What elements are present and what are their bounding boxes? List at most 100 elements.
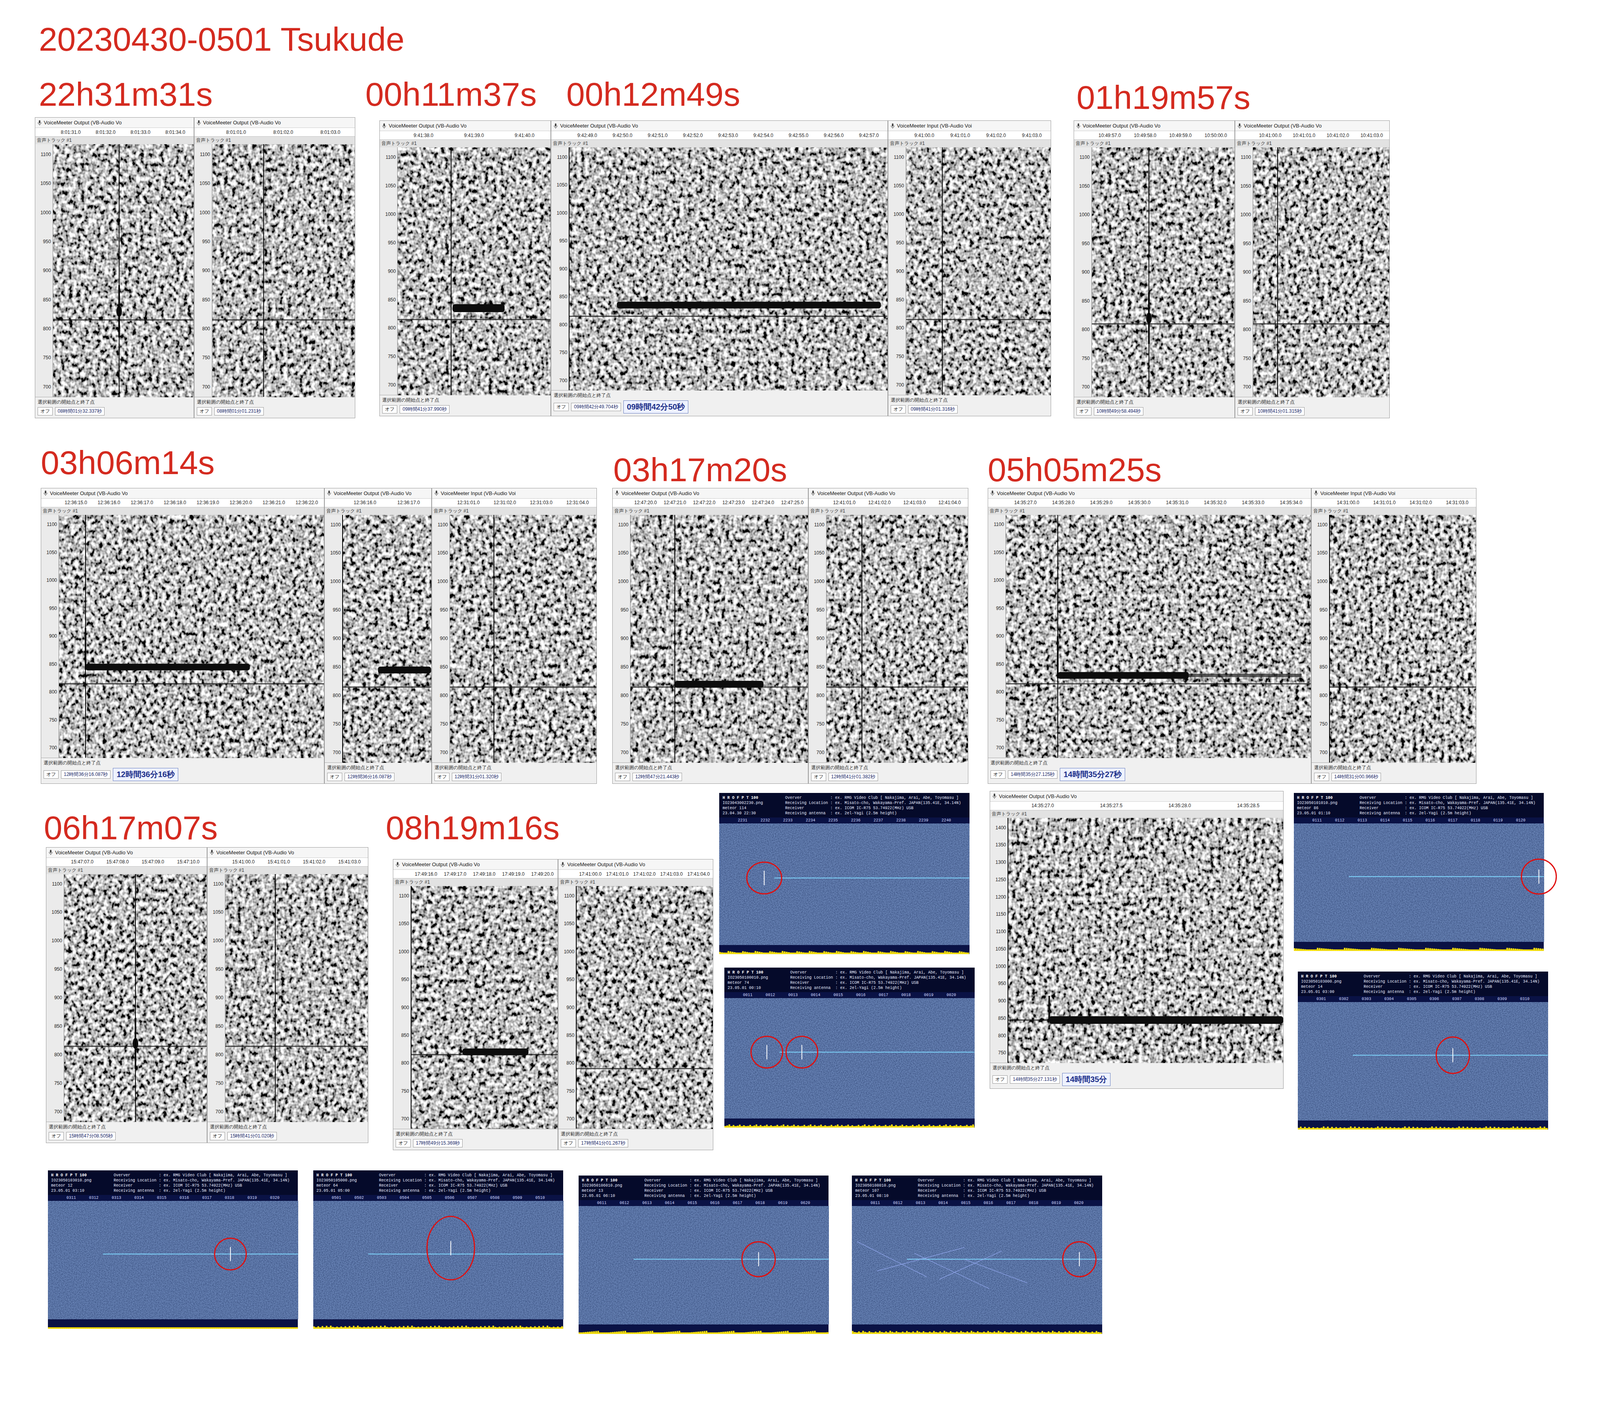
device-toolbar[interactable]: VoiceMeeter Output (VB-Audio Vo [393, 859, 558, 870]
device-toolbar[interactable]: VoiceMeeter Input (VB-Audio Voi [432, 488, 597, 499]
play-cursor[interactable] [1148, 147, 1150, 397]
selection-start-field[interactable]: 12時間36分16.087秒 [60, 770, 111, 779]
snap-select[interactable]: オフ [196, 407, 212, 416]
selection-start-field[interactable]: 09時間41分37.990秒 [399, 405, 450, 414]
device-name[interactable]: VoiceMeeter Output (VB-Audio Vo [1082, 122, 1161, 129]
play-cursor[interactable] [274, 874, 276, 1122]
selection-start-field[interactable]: 14時間35分27.131秒 [1009, 1075, 1060, 1084]
device-name[interactable]: VoiceMeeter Input (VB-Audio Voi [440, 490, 516, 497]
device-name[interactable]: VoiceMeeter Output (VB-Audio Vo [333, 490, 412, 497]
spectrogram-area[interactable] [569, 147, 888, 391]
snap-select[interactable]: オフ [811, 772, 827, 781]
spectrogram-area[interactable] [53, 144, 194, 397]
spectrogram-area[interactable] [576, 885, 713, 1129]
selection-start-field[interactable]: 15時間47分08.505秒 [66, 1131, 116, 1141]
timeline-ruler[interactable]: 9:41:38.09:41:39.09:41:40.0 [379, 131, 551, 140]
spectrogram-area[interactable] [64, 874, 207, 1122]
selection-start-field[interactable]: 08時間01分32.337秒 [55, 407, 105, 416]
selection-start-field[interactable]: 12時間47分21.443秒 [632, 772, 682, 781]
device-toolbar[interactable]: VoiceMeeter Output (VB-Audio Vo [1074, 120, 1235, 132]
device-toolbar[interactable]: VoiceMeeter Output (VB-Audio Vo [1235, 120, 1390, 132]
device-toolbar[interactable]: VoiceMeeter Output (VB-Audio Vo [379, 120, 551, 132]
spectrogram[interactable] [906, 147, 1051, 395]
device-toolbar[interactable]: VoiceMeeter Output (VB-Audio Vo [46, 847, 207, 858]
spectrogram[interactable] [212, 144, 355, 397]
spectrogram[interactable] [1005, 514, 1311, 758]
snap-select[interactable]: オフ [890, 405, 906, 414]
snap-select[interactable]: オフ [1314, 772, 1330, 781]
snap-select[interactable]: オフ [209, 1131, 225, 1141]
selection-start-field[interactable]: 12時間41分01.382秒 [828, 772, 879, 781]
device-name[interactable]: VoiceMeeter Output (VB-Audio Vo [1243, 122, 1322, 129]
snap-select[interactable]: オフ [992, 1075, 1008, 1084]
timeline-ruler[interactable]: 9:41:00.09:41:01.09:41:02.09:41:03.0 [888, 131, 1051, 140]
snap-select[interactable]: オフ [327, 772, 343, 781]
device-name[interactable]: VoiceMeeter Output (VB-Audio Vo [817, 490, 896, 497]
timeline-ruler[interactable]: 17:49:16.017:49:17.017:49:18.017:49:19.0… [393, 869, 558, 879]
spectrogram-area[interactable] [630, 514, 808, 763]
spectrogram-area[interactable] [826, 514, 969, 763]
play-cursor[interactable] [575, 885, 577, 1129]
timeline-ruler[interactable]: 14:31:00.014:31:01.014:31:02.014:31:03.0 [1311, 498, 1477, 508]
selection-start-field[interactable]: 14時間35分27.125秒 [1007, 770, 1058, 779]
spectrogram-area[interactable] [1091, 147, 1235, 397]
snap-select[interactable]: オフ [434, 772, 450, 781]
device-toolbar[interactable]: VoiceMeeter Output (VB-Audio Vo [558, 859, 713, 870]
device-name[interactable]: VoiceMeeter Output (VB-Audio Vo [996, 490, 1075, 497]
play-cursor[interactable] [568, 147, 570, 391]
device-toolbar[interactable]: VoiceMeeter Output (VB-Audio Vo [808, 488, 969, 499]
snap-select[interactable]: オフ [48, 1131, 64, 1141]
device-name[interactable]: VoiceMeeter Output (VB-Audio Vo [567, 861, 646, 868]
device-toolbar[interactable]: VoiceMeeter Output (VB-Audio Vo [207, 847, 368, 858]
device-toolbar[interactable]: VoiceMeeter Output (VB-Audio Vo [990, 791, 1284, 802]
spectrogram-area[interactable] [411, 885, 558, 1129]
play-cursor[interactable] [861, 514, 863, 763]
selection-start-field[interactable]: 14時間31分00.966秒 [1331, 772, 1381, 781]
play-cursor[interactable] [342, 514, 343, 763]
timeline-ruler[interactable]: 8:01:01.08:01:02.08:01:03.0 [194, 127, 355, 137]
snap-select[interactable]: オフ [395, 1139, 411, 1148]
snap-select[interactable]: オフ [1076, 407, 1092, 416]
spectrogram-area[interactable] [397, 147, 551, 395]
spectrogram[interactable] [411, 885, 558, 1129]
timeline-ruler[interactable]: 10:41:00.010:41:01.010:41:02.010:41:03.0 [1235, 131, 1390, 140]
device-name[interactable]: VoiceMeeter Output (VB-Audio Vo [49, 490, 128, 497]
play-cursor[interactable] [135, 874, 136, 1122]
spectrogram-area[interactable] [1005, 514, 1311, 758]
device-toolbar[interactable]: VoiceMeeter Output (VB-Audio Vo [988, 488, 1311, 499]
timeline-ruler[interactable]: 14:35:27.014:35:28.014:35:29.014:35:30.0… [988, 498, 1311, 508]
device-toolbar[interactable]: VoiceMeeter Output (VB-Audio Vo [551, 120, 888, 132]
timeline-ruler[interactable]: 10:49:57.010:49:58.010:49:59.010:50:00.0 [1074, 131, 1235, 140]
spectrogram[interactable] [826, 514, 969, 763]
timeline-ruler[interactable]: 12:47:20.012:47:21.012:47:22.012:47:23.0… [612, 498, 808, 508]
spectrogram-area[interactable] [906, 147, 1051, 395]
spectrogram[interactable] [630, 514, 808, 763]
play-cursor[interactable] [451, 147, 452, 395]
spectrogram[interactable] [225, 874, 368, 1122]
device-name[interactable]: VoiceMeeter Output (VB-Audio Vo [998, 793, 1077, 800]
device-toolbar[interactable]: VoiceMeeter Output (VB-Audio Vo [612, 488, 808, 499]
snap-select[interactable]: オフ [553, 402, 569, 412]
timeline-ruler[interactable]: 12:31:01.012:31:02.012:31:03.012:31:04.0 [432, 498, 597, 508]
timeline-ruler[interactable]: 15:41:00.015:41:01.015:41:02.015:41:03.0 [207, 857, 368, 867]
spectrogram[interactable] [342, 514, 432, 763]
play-cursor[interactable] [85, 514, 86, 758]
spectrogram-area[interactable] [1329, 514, 1477, 763]
selection-start-field[interactable]: 09時間42分49.704秒 [571, 402, 621, 412]
spectrogram-area[interactable] [342, 514, 432, 763]
device-name[interactable]: VoiceMeeter Output (VB-Audio Vo [388, 122, 467, 129]
snap-select[interactable]: オフ [615, 772, 631, 781]
snap-select[interactable]: オフ [37, 407, 53, 416]
spectrogram[interactable] [59, 514, 324, 758]
timeline-ruler[interactable]: 12:41:01.012:41:02.012:41:03.012:41:04.0 [808, 498, 969, 508]
spectrogram[interactable] [64, 874, 207, 1122]
selection-start-field[interactable]: 08時間01分01.231秒 [214, 407, 264, 416]
device-name[interactable]: VoiceMeeter Output (VB-Audio Vo [203, 119, 282, 126]
play-cursor[interactable] [410, 885, 412, 1129]
play-cursor[interactable] [1329, 514, 1330, 763]
spectrogram-area[interactable] [59, 514, 324, 758]
timeline-ruler[interactable]: 12:36:16.012:36:17.0 [324, 498, 432, 508]
device-name[interactable]: VoiceMeeter Input (VB-Audio Voi [897, 122, 972, 129]
timeline-ruler[interactable]: 15:47:07.015:47:08.015:47:09.015:47:10.0 [46, 857, 207, 867]
selection-start-field[interactable]: 12時間36分16.087秒 [344, 772, 395, 781]
